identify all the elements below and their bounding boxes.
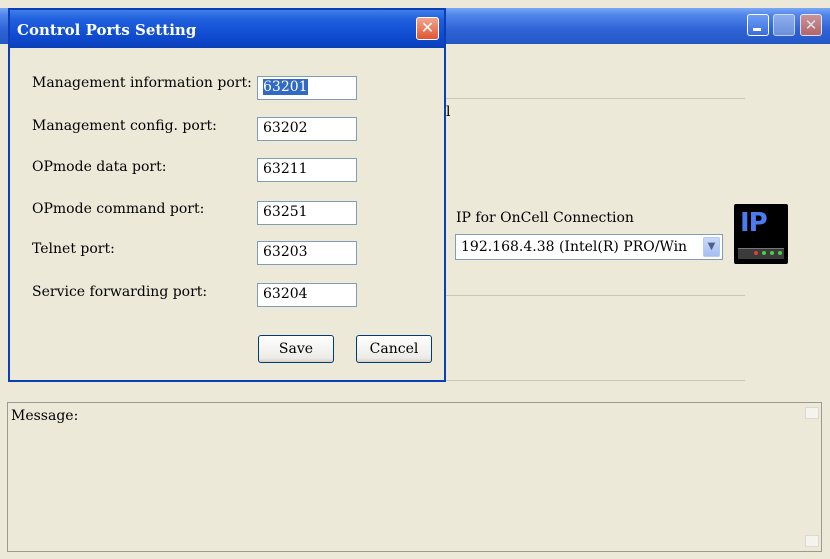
message-label: Message:	[11, 408, 79, 424]
close-icon: ✕	[804, 16, 818, 34]
main-close-button[interactable]: ✕	[800, 14, 822, 36]
chevron-down-icon[interactable]: ▼	[703, 237, 720, 257]
opmode-command-port-input[interactable]: 63251	[257, 201, 357, 225]
ip-icon: IP	[734, 204, 788, 264]
telnet-port-label: Telnet port:	[32, 241, 115, 257]
scroll-up-arrow[interactable]	[805, 407, 819, 419]
divider	[445, 380, 745, 381]
opmode-command-port-label: OPmode command port:	[32, 201, 205, 217]
message-scrollbar[interactable]	[805, 407, 819, 547]
service-forwarding-port-value: 63204	[263, 286, 308, 302]
management-config-port-input[interactable]: 63202	[257, 117, 357, 141]
minimize-button[interactable]	[747, 14, 769, 36]
oncell-connection-label: IP for OnCell Connection	[456, 210, 634, 226]
dialog-close-button[interactable]: ✕	[416, 17, 439, 40]
management-information-port-input[interactable]: 63201	[257, 76, 357, 100]
oncell-ip-selected-value: 192.168.4.38 (Intel(R) PRO/Win	[461, 239, 688, 255]
management-config-port-value: 63202	[263, 120, 308, 136]
dialog-title: Control Ports Setting	[17, 21, 197, 39]
divider	[445, 98, 745, 99]
divider	[445, 295, 745, 296]
oncell-ip-select[interactable]: 192.168.4.38 (Intel(R) PRO/Win ▼	[455, 234, 723, 260]
maximize-button[interactable]	[773, 14, 795, 36]
save-button[interactable]: Save	[258, 335, 334, 363]
cancel-button[interactable]: Cancel	[356, 335, 432, 363]
management-information-port-label: Management information port:	[32, 75, 252, 91]
opmode-data-port-input[interactable]: 63211	[257, 158, 357, 182]
management-information-port-value: 63201	[263, 79, 308, 95]
telnet-port-input[interactable]: 63203	[257, 241, 357, 265]
service-forwarding-port-input[interactable]: 63204	[257, 283, 357, 307]
telnet-port-value: 63203	[263, 244, 308, 260]
close-icon: ✕	[420, 18, 435, 37]
dialog-titlebar: Control Ports Setting ✕	[10, 10, 444, 48]
partial-label: l	[446, 104, 451, 120]
opmode-data-port-value: 63211	[263, 161, 308, 177]
control-ports-dialog: Control Ports Setting ✕ Management infor…	[8, 8, 446, 382]
scroll-down-arrow[interactable]	[805, 535, 819, 547]
opmode-data-port-label: OPmode data port:	[32, 159, 167, 175]
service-forwarding-port-label: Service forwarding port:	[32, 284, 208, 300]
management-config-port-label: Management config. port:	[32, 118, 217, 134]
ip-icon-text: IP	[740, 208, 768, 238]
message-panel[interactable]: Message:	[7, 402, 822, 552]
opmode-command-port-value: 63251	[263, 204, 308, 220]
